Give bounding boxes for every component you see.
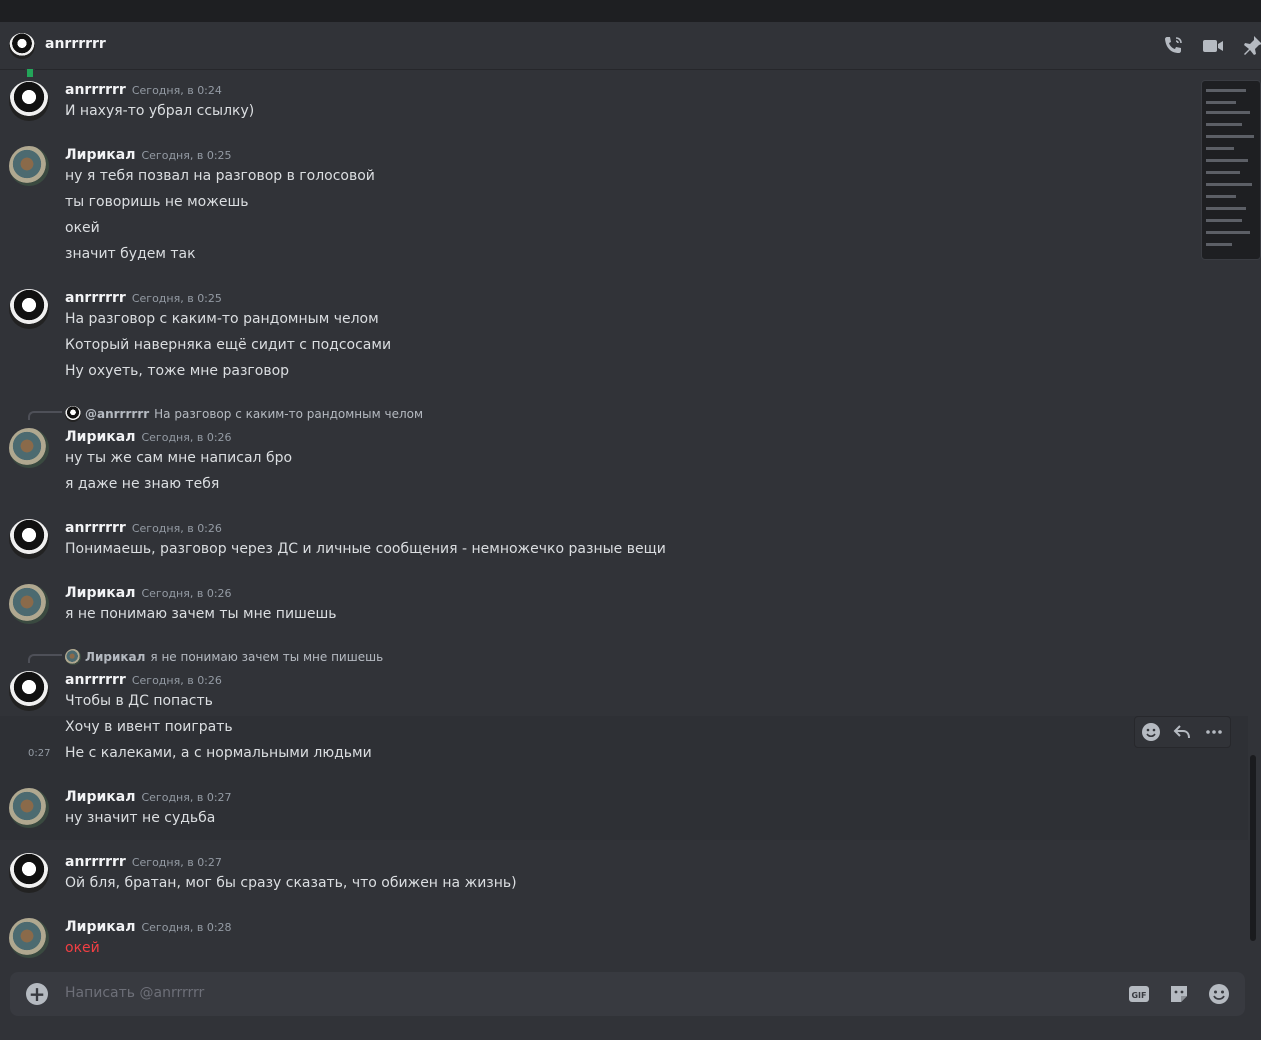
scrollbar-thumb[interactable] [1250, 755, 1256, 941]
message-line: Ну охуеть, тоже мне разговор [65, 363, 290, 379]
author[interactable]: Лирикал [65, 919, 135, 935]
gif-icon[interactable]: GIF [1128, 983, 1150, 1005]
avatar[interactable] [9, 146, 49, 186]
attach-plus-icon[interactable]: + [26, 983, 48, 1005]
author-name[interactable]: Лирикал Сегодня, в 0:28 [65, 919, 232, 935]
timestamp: Сегодня, в 0:26 [141, 587, 232, 600]
author-name[interactable]: anrrrrrr Сегодня, в 0:25 [65, 290, 222, 306]
header-username[interactable]: anrrrrrr [45, 36, 106, 52]
author-name[interactable]: Лирикал Сегодня, в 0:26 [65, 585, 232, 601]
author[interactable]: Лирикал [65, 585, 135, 601]
voice-call-icon[interactable] [1161, 34, 1185, 58]
emoji-icon[interactable] [1208, 983, 1230, 1005]
timestamp: Сегодня, в 0:24 [131, 84, 222, 97]
message-line: ну ты же сам мне написал бро [65, 450, 293, 466]
message-list: anrrrrrr Сегодня, в 0:24 И нахуя-то убрал… [0, 71, 1248, 971]
message-line: окей [65, 940, 100, 956]
reply-spine [28, 654, 62, 663]
message-line: Хочу в ивент поиграть [65, 719, 233, 735]
author[interactable]: anrrrrrr [65, 82, 126, 98]
timestamp: Сегодня, в 0:25 [141, 149, 232, 162]
channel-header: anrrrrrr [0, 22, 1261, 79]
author[interactable]: Лирикал [65, 429, 135, 445]
message-line: Который наверняка ещё сидит с подсосами [65, 337, 392, 353]
add-reaction-icon[interactable] [1140, 721, 1162, 743]
message-line: ты говоришь не можешь [65, 194, 249, 210]
message-line: Понимаешь, разговор через ДС и личные со… [65, 541, 666, 557]
timestamp: Сегодня, в 0:28 [141, 921, 232, 934]
avatar[interactable] [9, 853, 49, 893]
window-top-strip [0, 0, 1261, 22]
message-line: я не понимаю зачем ты мне пишешь [65, 606, 337, 622]
author-name[interactable]: anrrrrrr Сегодня, в 0:27 [65, 854, 222, 870]
author-name[interactable]: anrrrrrr Сегодня, в 0:24 [65, 82, 222, 98]
author[interactable]: anrrrrrr [65, 672, 126, 688]
message-line: На разговор с каким-то рандомным челом [65, 311, 379, 327]
video-call-icon[interactable] [1201, 34, 1225, 58]
more-options-icon[interactable] [1203, 721, 1225, 743]
author-name[interactable]: anrrrrrr Сегодня, в 0:26 [65, 520, 222, 536]
sticker-icon[interactable] [1168, 983, 1190, 1005]
header-avatar[interactable] [9, 33, 35, 59]
author[interactable]: Лирикал [65, 147, 135, 163]
author-name[interactable]: anrrrrrr Сегодня, в 0:26 [65, 672, 222, 688]
avatar[interactable] [9, 918, 49, 958]
timestamp: Сегодня, в 0:25 [131, 292, 222, 305]
reply-avatar [65, 406, 81, 422]
author-name[interactable]: Лирикал Сегодня, в 0:27 [65, 789, 232, 805]
reply-text[interactable]: На разговор с каким-то рандомным челом [154, 407, 423, 421]
composer-placeholder[interactable]: Написать @anrrrrrr [65, 985, 204, 1001]
message-line: окей [65, 220, 100, 236]
timestamp: Сегодня, в 0:26 [141, 431, 232, 444]
author[interactable]: anrrrrrr [65, 290, 126, 306]
message-line: ну значит не судьба [65, 810, 216, 826]
timestamp: Сегодня, в 0:26 [131, 522, 222, 535]
reply-avatar [65, 649, 81, 665]
reply-author[interactable]: Лирикал [85, 650, 145, 664]
gif-label: GIF [1131, 991, 1146, 1000]
message-line: Ой бля, братан, мог бы сразу сказать, чт… [65, 875, 517, 891]
author[interactable]: anrrrrrr [65, 520, 126, 536]
message-line: значит будем так [65, 246, 196, 262]
avatar[interactable] [9, 428, 49, 468]
author-name[interactable]: Лирикал Сегодня, в 0:25 [65, 147, 232, 163]
avatar[interactable] [9, 519, 49, 559]
timestamp: Сегодня, в 0:27 [141, 791, 232, 804]
avatar[interactable] [9, 584, 49, 624]
timestamp: Сегодня, в 0:27 [131, 856, 222, 869]
message-line: Не с калеками, а с нормальными людьми [65, 745, 372, 761]
message-line: ну я тебя позвал на разговор в голосовой [65, 168, 375, 184]
author[interactable]: Лирикал [65, 789, 135, 805]
avatar[interactable] [9, 289, 49, 329]
screen-share-preview[interactable] [1201, 80, 1261, 260]
reply-preview[interactable]: Лирикал я не понимаю зачем ты мне пишешь [65, 649, 383, 665]
avatar[interactable] [9, 81, 49, 121]
message-composer: + Написать @anrrrrrr GIF [10, 972, 1245, 1016]
hover-timestamp: 0:27 [28, 748, 51, 759]
reply-author[interactable]: @anrrrrrr [85, 407, 149, 421]
message-line: я даже не знаю тебя [65, 476, 220, 492]
avatar[interactable] [9, 671, 49, 711]
reply-spine [28, 411, 62, 420]
author[interactable]: anrrrrrr [65, 854, 126, 870]
timestamp: Сегодня, в 0:26 [131, 674, 222, 687]
message-actions-toolbar [1134, 716, 1231, 748]
message-line: Чтобы в ДС попасть [65, 693, 213, 709]
author-name[interactable]: Лирикал Сегодня, в 0:26 [65, 429, 232, 445]
pinned-messages-icon[interactable] [1240, 34, 1261, 58]
reply-text[interactable]: я не понимаю зачем ты мне пишешь [150, 650, 383, 664]
reply-preview[interactable]: @anrrrrrr На разговор с каким-то рандомн… [65, 406, 423, 422]
message-line: И нахуя-то убрал ссылку) [65, 103, 255, 119]
reply-icon[interactable] [1171, 721, 1193, 743]
avatar[interactable] [9, 788, 49, 828]
